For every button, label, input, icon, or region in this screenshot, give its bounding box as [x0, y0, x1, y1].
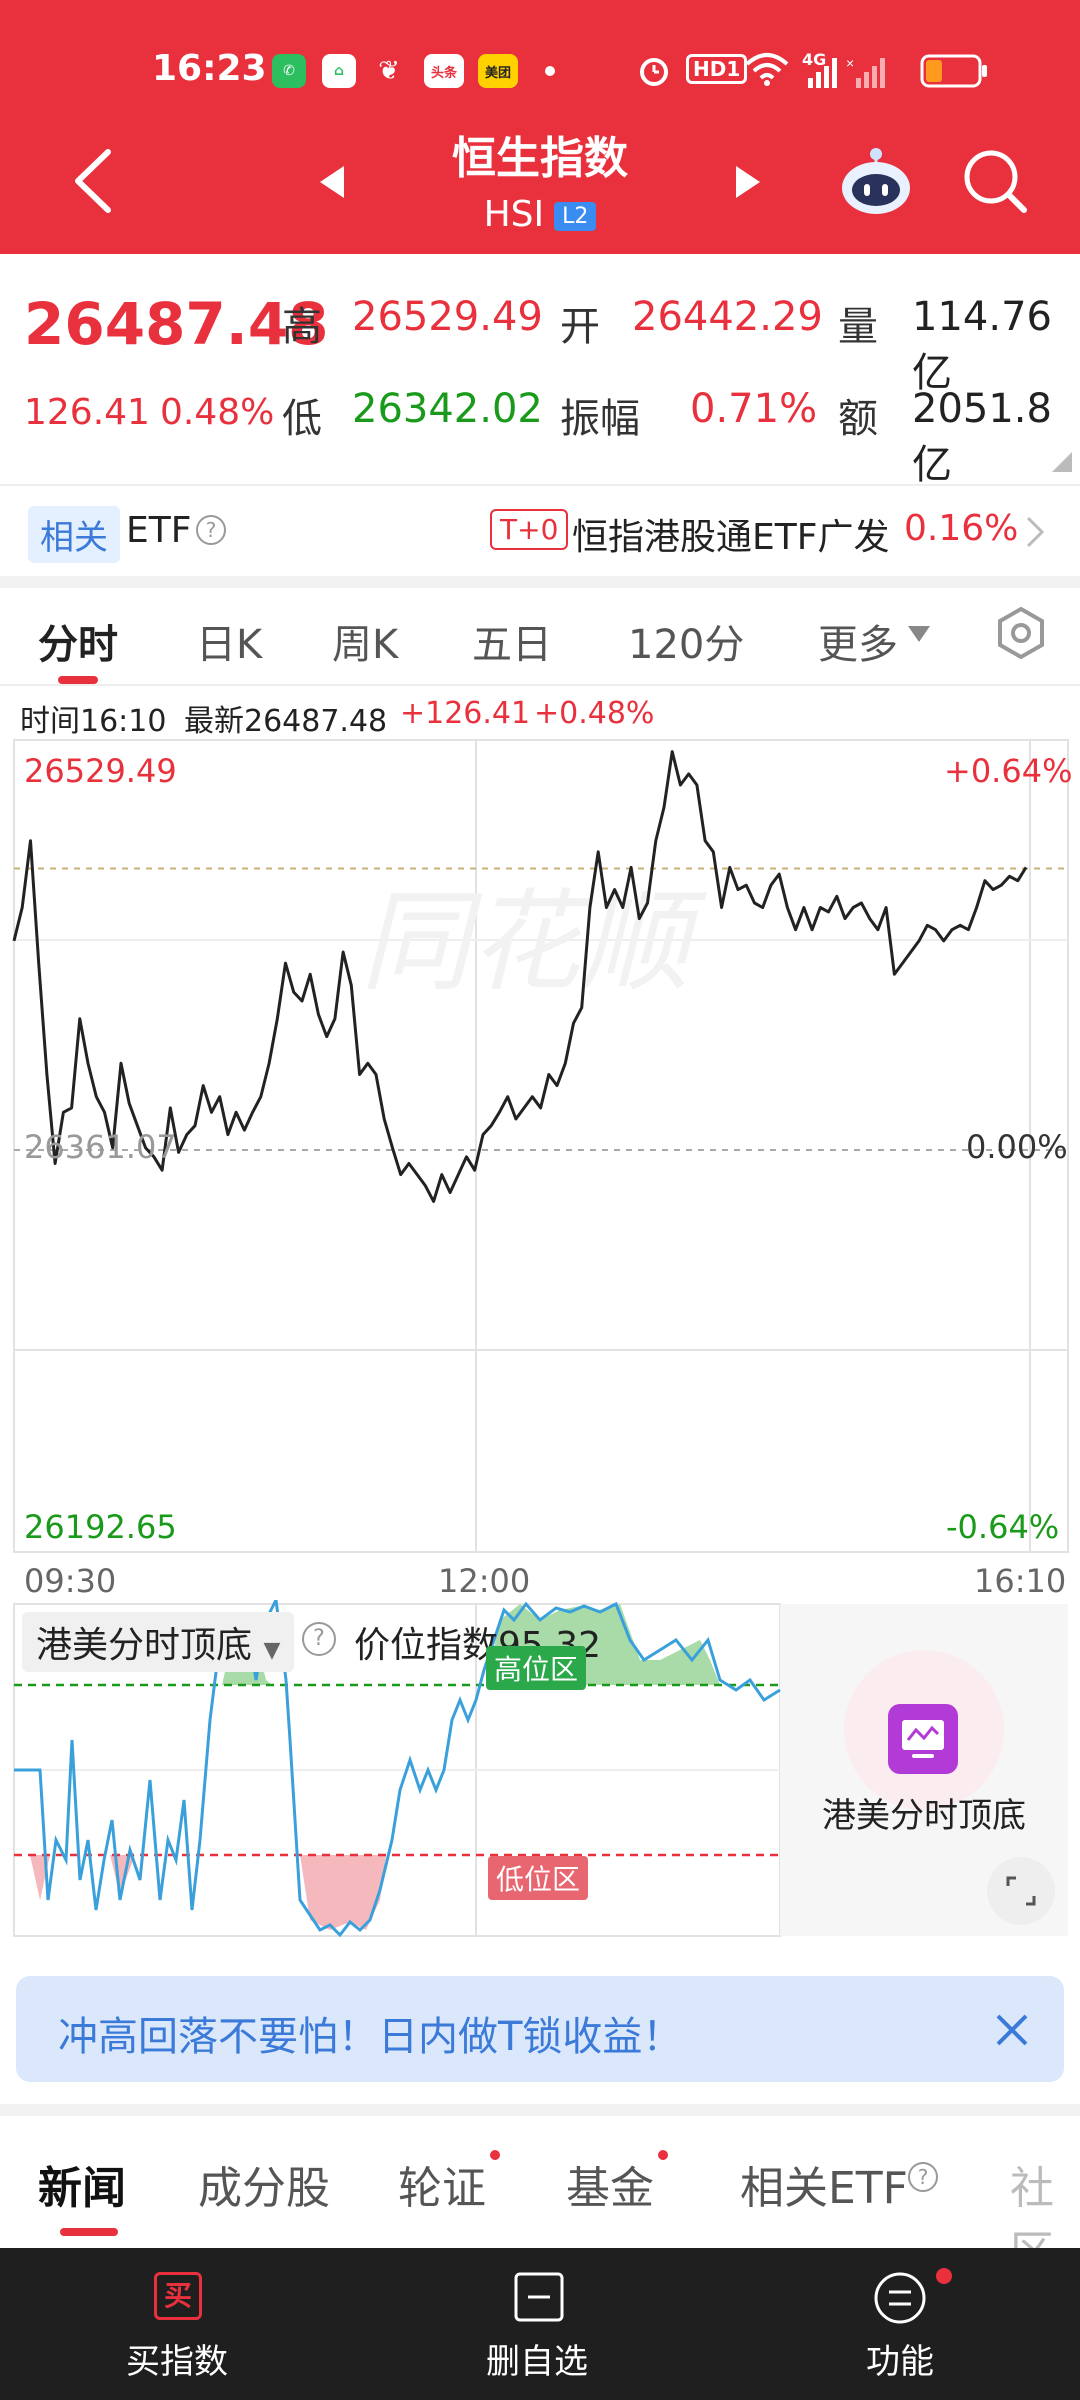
volume-value: 114.76亿: [912, 294, 1052, 396]
expand-corner-icon[interactable]: [1052, 452, 1072, 472]
level2-badge: L2: [554, 201, 597, 231]
tab-constituents[interactable]: 成分股: [198, 2152, 330, 2216]
chart-change: +126.41: [400, 696, 531, 731]
close-icon[interactable]: [992, 2010, 1032, 2050]
divider: [0, 484, 1080, 486]
tab-five-day[interactable]: 五日: [472, 612, 552, 670]
home-app-icon: ⌂: [322, 54, 356, 88]
remove-watchlist-button[interactable]: 删自选: [486, 2334, 588, 2383]
tab-weekly-k[interactable]: 周K: [332, 612, 398, 670]
related-badge: 相关: [28, 506, 120, 563]
price-change: 126.41: [24, 392, 150, 433]
tab-warrants[interactable]: 轮证: [398, 2152, 486, 2216]
y-axis-bottom: 26192.65: [24, 1508, 177, 1546]
settings-icon[interactable]: [994, 606, 1048, 660]
chevron-right-icon[interactable]: [1024, 514, 1046, 550]
turnover-value: 2051.8亿: [912, 386, 1052, 488]
notification-dot: [658, 2150, 668, 2160]
indicator-name: 港美分时顶底: [36, 1625, 253, 1666]
index-code-text: HSI: [483, 194, 545, 235]
buy-icon[interactable]: 买: [154, 2272, 202, 2320]
price-change-pct: 0.48%: [160, 392, 275, 433]
indicator-card-title[interactable]: 港美分时顶底: [780, 1788, 1068, 1837]
tab-funds[interactable]: 基金: [566, 2152, 654, 2216]
etf-fund-name[interactable]: 恒指港股通ETF广发: [572, 508, 889, 560]
feather-app-icon: ❦: [378, 56, 400, 86]
pct-axis-top: +0.64%: [944, 752, 1073, 790]
low-value: 26342.02: [352, 386, 543, 432]
dot-icon: [545, 66, 555, 76]
tab-active-indicator: [60, 2228, 118, 2236]
indicator-select[interactable]: 港美分时顶底 ▼: [22, 1612, 295, 1672]
hd-icon: HD1: [686, 54, 748, 84]
meituan-app-icon: 美团: [478, 54, 518, 88]
section-divider: [0, 576, 1080, 588]
notification-dot: [490, 2150, 500, 2160]
y-axis-top: 26529.49: [24, 752, 177, 790]
notification-dot: [936, 2268, 952, 2284]
divider: [0, 684, 1080, 686]
promo-banner[interactable]: 冲高回落不要怕！日内做T锁收益！: [16, 1976, 1064, 2082]
x-axis-end: 16:10: [974, 1562, 1067, 1600]
chart-latest: 最新26487.48: [184, 704, 388, 739]
etf-fund-change: 0.16%: [904, 508, 1019, 549]
x-axis-mid: 12:00: [438, 1562, 531, 1600]
indicator-card-icon: [888, 1704, 958, 1774]
tab-related-etf[interactable]: 相关ETF: [740, 2152, 908, 2216]
x-axis-start: 09:30: [24, 1562, 117, 1600]
high-zone-tag: 高位区: [486, 1646, 587, 1690]
high-label: 高: [282, 304, 322, 350]
pct-axis-mid: 0.00%: [966, 1128, 1068, 1166]
fullscreen-icon[interactable]: [986, 1856, 1056, 1926]
menu-icon[interactable]: [872, 2270, 928, 2326]
pct-axis-bottom: -0.64%: [946, 1508, 1060, 1546]
open-label: 开: [560, 304, 600, 350]
low-label: 低: [282, 396, 322, 442]
page-title: 恒生指数: [452, 133, 628, 184]
etf-help-icon[interactable]: ?: [196, 515, 226, 545]
y-axis-mid: 26361.07: [24, 1128, 177, 1166]
robot-assistant-icon[interactable]: [836, 140, 916, 220]
chart-time: 时间16:10: [20, 704, 167, 739]
chart-change-pct: +0.48%: [534, 696, 655, 731]
tab-120min[interactable]: 120分: [628, 612, 744, 670]
app-screen: 16:23 ✆ ⌂ ❦ 头条 美团 HD1 4G × 恒生指数 HSI L2 2…: [0, 0, 1080, 2400]
tab-daily-k[interactable]: 日K: [196, 612, 262, 670]
functions-button[interactable]: 功能: [866, 2334, 934, 2383]
svg-text:×: ×: [846, 56, 854, 71]
section-divider: [0, 2104, 1080, 2116]
dropdown-arrow-icon: ▼: [263, 1638, 281, 1663]
low-zone-tag: 低位区: [488, 1856, 589, 1900]
indicator-help-icon[interactable]: ?: [302, 1622, 336, 1656]
tab-news[interactable]: 新闻: [38, 2152, 126, 2216]
dropdown-arrow-icon: [908, 626, 930, 642]
remove-watchlist-icon[interactable]: [512, 2270, 566, 2324]
toutiao-app-icon: 头条: [424, 54, 464, 88]
amplitude-value: 0.71%: [690, 386, 818, 432]
battery-icon: [920, 54, 987, 88]
tab-more[interactable]: 更多: [818, 612, 898, 670]
signal-icon: ×: [808, 56, 885, 88]
volume-label: 量: [838, 304, 878, 350]
alarm-icon: [640, 58, 668, 86]
search-icon[interactable]: [960, 146, 1030, 216]
t0-badge: T+0: [490, 509, 569, 550]
chart-watermark: 同花顺: [360, 881, 707, 1004]
etf-label: ETF: [126, 510, 192, 551]
buy-index-button[interactable]: 买指数: [126, 2334, 228, 2383]
wifi-icon: [745, 53, 789, 86]
turnover-label: 额: [838, 396, 878, 442]
promo-text: 冲高回落不要怕！日内做T锁收益！: [58, 2014, 683, 2060]
status-time: 16:23: [152, 48, 267, 89]
amplitude-label: 振幅: [560, 396, 640, 442]
phone-app-icon: ✆: [272, 54, 306, 88]
header-bar: 16:23 ✆ ⌂ ❦ 头条 美团 HD1 4G × 恒生指数 HSI L2: [0, 0, 1080, 254]
next-index-icon[interactable]: [732, 162, 764, 202]
etf-help-icon[interactable]: ?: [908, 2162, 938, 2192]
open-value: 26442.29: [632, 294, 823, 340]
tab-intraday[interactable]: 分时: [38, 612, 118, 670]
tab-active-indicator: [58, 676, 98, 684]
index-code: HSI L2: [0, 194, 1080, 235]
high-value: 26529.49: [352, 294, 543, 340]
